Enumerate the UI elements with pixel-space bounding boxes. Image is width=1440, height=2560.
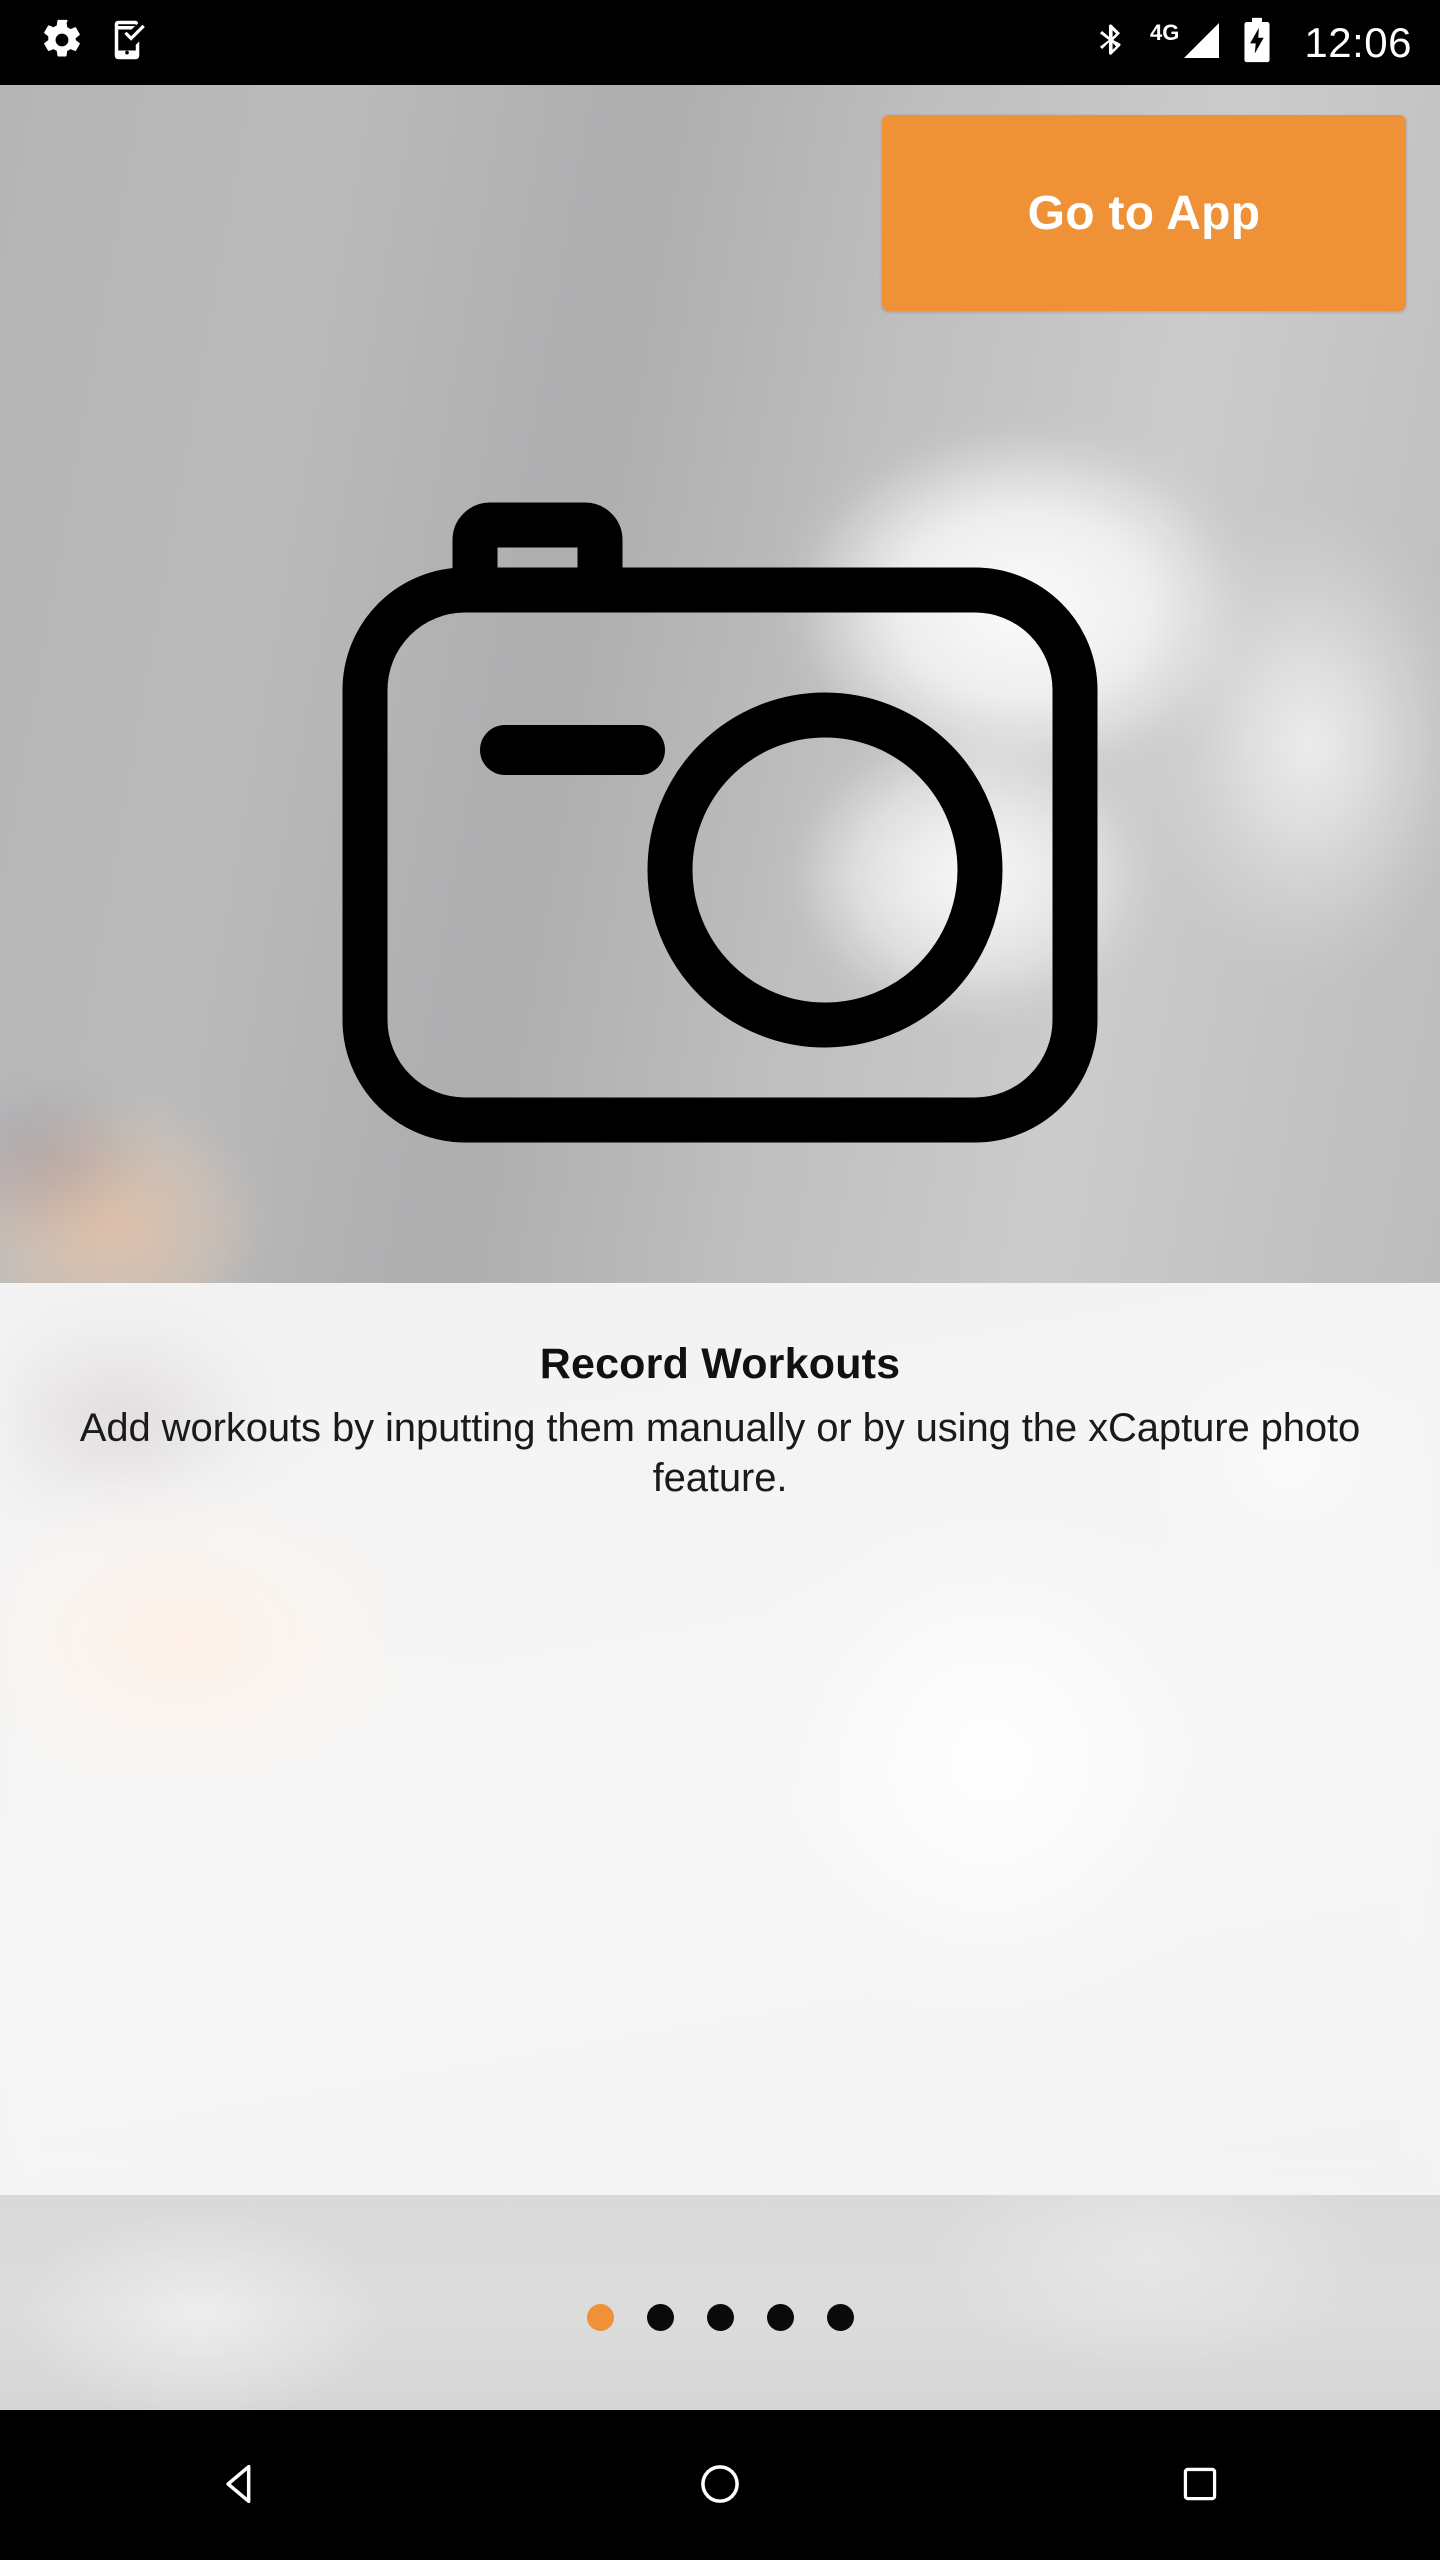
- bluetooth-icon: [1092, 18, 1130, 67]
- home-circle-icon: [695, 2459, 745, 2512]
- recents-square-icon: [1177, 2461, 1223, 2510]
- status-bar-right-icons: 4G 12:06: [1092, 17, 1412, 68]
- app-screen: 4G 12:06 Go to App Record Workouts Add w…: [0, 0, 1440, 2560]
- battery-charging-icon: [1242, 17, 1272, 68]
- pager-footer: [0, 2195, 1440, 2410]
- page-dot-2[interactable]: [646, 2304, 674, 2331]
- status-bar-clock: 12:06: [1304, 18, 1412, 66]
- go-to-app-button[interactable]: Go to App: [882, 115, 1406, 311]
- nav-recents-button[interactable]: [960, 2410, 1440, 2560]
- svg-text:4G: 4G: [1150, 20, 1179, 45]
- page-indicator-dots[interactable]: [0, 2195, 1440, 2410]
- status-bar: 4G 12:06: [0, 0, 1440, 85]
- nav-home-button[interactable]: [480, 2410, 960, 2560]
- android-navigation-bar: [0, 2410, 1440, 2560]
- nav-back-button[interactable]: [0, 2410, 480, 2560]
- page-dot-3[interactable]: [706, 2304, 734, 2331]
- page-description: Add workouts by inputting them manually …: [79, 1406, 1361, 1501]
- page-title: Record Workouts: [539, 1340, 901, 1388]
- back-triangle-icon: [214, 2458, 266, 2513]
- camera-icon: [320, 480, 1120, 1180]
- content-panel: Record Workouts Add workouts by inputtin…: [0, 1283, 1440, 2195]
- onboarding-text-block: Record Workouts Add workouts by inputtin…: [0, 1283, 1440, 1503]
- phone-check-icon: [106, 19, 148, 66]
- status-bar-left-icons: [40, 18, 148, 67]
- signal-4g-icon: 4G: [1150, 18, 1222, 67]
- hero-image-panel: Go to App: [0, 85, 1440, 1283]
- page-dot-4[interactable]: [766, 2304, 794, 2331]
- page-dot-5[interactable]: [826, 2304, 854, 2331]
- settings-gear-icon: [40, 18, 84, 67]
- page-dot-1[interactable]: [586, 2304, 614, 2331]
